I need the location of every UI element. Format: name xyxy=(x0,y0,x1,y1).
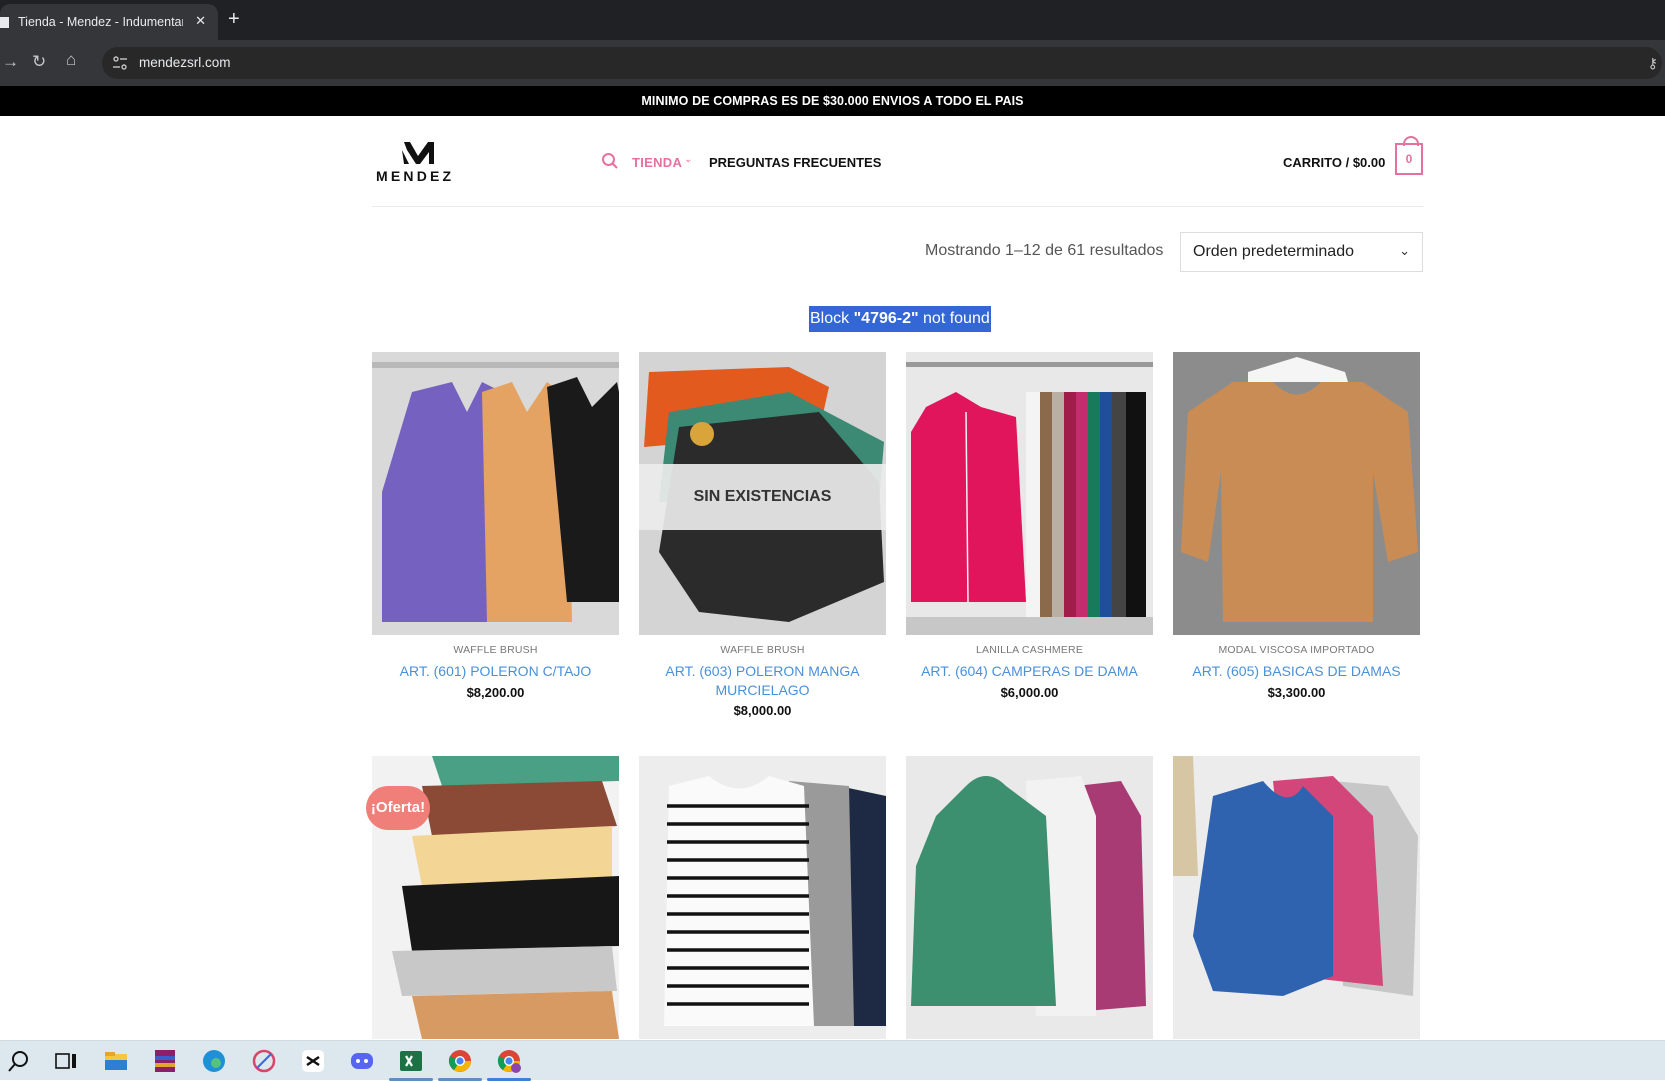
product-image[interactable] xyxy=(906,352,1153,635)
tab-title: Tienda - Mendez - Indumentaria xyxy=(18,15,183,29)
home-icon[interactable]: ⌂ xyxy=(66,50,76,70)
close-tab-icon[interactable]: ✕ xyxy=(195,13,206,29)
block-suffix: not found xyxy=(918,310,990,327)
excel-icon[interactable] xyxy=(398,1048,424,1074)
browser-tab-strip: Tienda - Mendez - Indumentaria ✕ + xyxy=(0,0,1665,40)
out-of-stock-badge: SIN EXISTENCIAS xyxy=(639,464,886,530)
forward-icon[interactable]: → xyxy=(2,52,19,72)
cart-count-icon[interactable]: 0 xyxy=(1395,136,1423,175)
promo-bar: MINIMO DE COMPRAS ES DE $30.000 ENVIOS A… xyxy=(0,86,1665,116)
sort-selected-value: Orden predeterminado xyxy=(1193,243,1354,260)
product-price: $8,200.00 xyxy=(466,685,525,700)
sort-select[interactable]: Orden predeterminado ⌄ xyxy=(1180,232,1423,272)
product-category: LANILLA CASHMERE xyxy=(975,644,1084,656)
file-explorer-icon[interactable] xyxy=(103,1048,129,1074)
product-price: $8,000.00 xyxy=(733,703,792,718)
results-count: Mostrando 1–12 de 61 resultados xyxy=(925,242,1164,259)
new-tab-button[interactable]: + xyxy=(228,8,240,31)
header-divider xyxy=(372,206,1423,207)
nav-tienda[interactable]: TIENDA xyxy=(632,155,682,170)
chevron-down-icon: ⌄ xyxy=(684,154,693,165)
product-title[interactable]: ART. (603) POLERON MANGA MURCIELAGO xyxy=(639,662,886,700)
winrar-icon[interactable] xyxy=(152,1048,178,1074)
product-image[interactable] xyxy=(906,756,1153,1039)
sale-badge: ¡Oferta! xyxy=(366,786,430,830)
product-category: MODAL VISCOSA IMPORTADO xyxy=(1218,644,1375,656)
snipping-icon[interactable] xyxy=(251,1048,277,1074)
logo-wordmark[interactable]: MENDEZ xyxy=(376,168,454,184)
search-icon[interactable] xyxy=(601,152,619,170)
product-image[interactable] xyxy=(1173,352,1420,635)
product-title[interactable]: ART. (601) POLERON C/TAJO xyxy=(372,662,619,681)
block-id: "4796-2" xyxy=(853,310,919,327)
windows-taskbar xyxy=(0,1040,1665,1081)
site-settings-icon[interactable] xyxy=(112,55,128,71)
product-title[interactable]: ART. (604) CAMPERAS DE DAMA xyxy=(906,662,1153,681)
product-price: $3,300.00 xyxy=(1267,685,1326,700)
product-image[interactable] xyxy=(639,756,886,1039)
capcut-icon[interactable] xyxy=(300,1048,326,1074)
address-bar[interactable]: mendezsrl.com ⚷ xyxy=(102,47,1662,79)
chevron-down-icon: ⌄ xyxy=(1399,243,1410,258)
block-not-found-message: Block "4796-2" not found xyxy=(809,306,991,332)
task-view-icon[interactable] xyxy=(53,1048,79,1074)
nav-preguntas-frecuentes[interactable]: PREGUNTAS FRECUENTES xyxy=(709,155,881,170)
product-category: WAFFLE BRUSH xyxy=(453,644,538,656)
product-title[interactable]: ART. (605) BASICAS DE DAMAS xyxy=(1173,662,1420,681)
browser-tab[interactable]: Tienda - Mendez - Indumentaria ✕ xyxy=(0,4,218,40)
search-icon[interactable] xyxy=(6,1048,32,1074)
password-key-icon[interactable]: ⚷ xyxy=(1648,55,1658,72)
cart-link[interactable]: CARRITO / $0.00 xyxy=(1283,155,1385,170)
site-favicon-icon xyxy=(0,17,9,28)
address-toolbar: → ↻ ⌂ mendezsrl.com ⚷ xyxy=(0,40,1665,86)
product-image[interactable] xyxy=(372,352,619,635)
chrome-profile-icon[interactable] xyxy=(496,1048,522,1074)
product-category: WAFFLE BRUSH xyxy=(720,644,805,656)
product-image[interactable] xyxy=(1173,756,1420,1039)
chrome-icon[interactable] xyxy=(447,1048,473,1074)
reload-icon[interactable]: ↻ xyxy=(32,52,46,72)
discord-icon[interactable] xyxy=(349,1048,375,1074)
url-text: mendezsrl.com xyxy=(139,55,231,70)
product-price: $6,000.00 xyxy=(1000,685,1059,700)
edge-icon[interactable] xyxy=(201,1048,227,1074)
block-prefix: Block xyxy=(810,310,854,327)
